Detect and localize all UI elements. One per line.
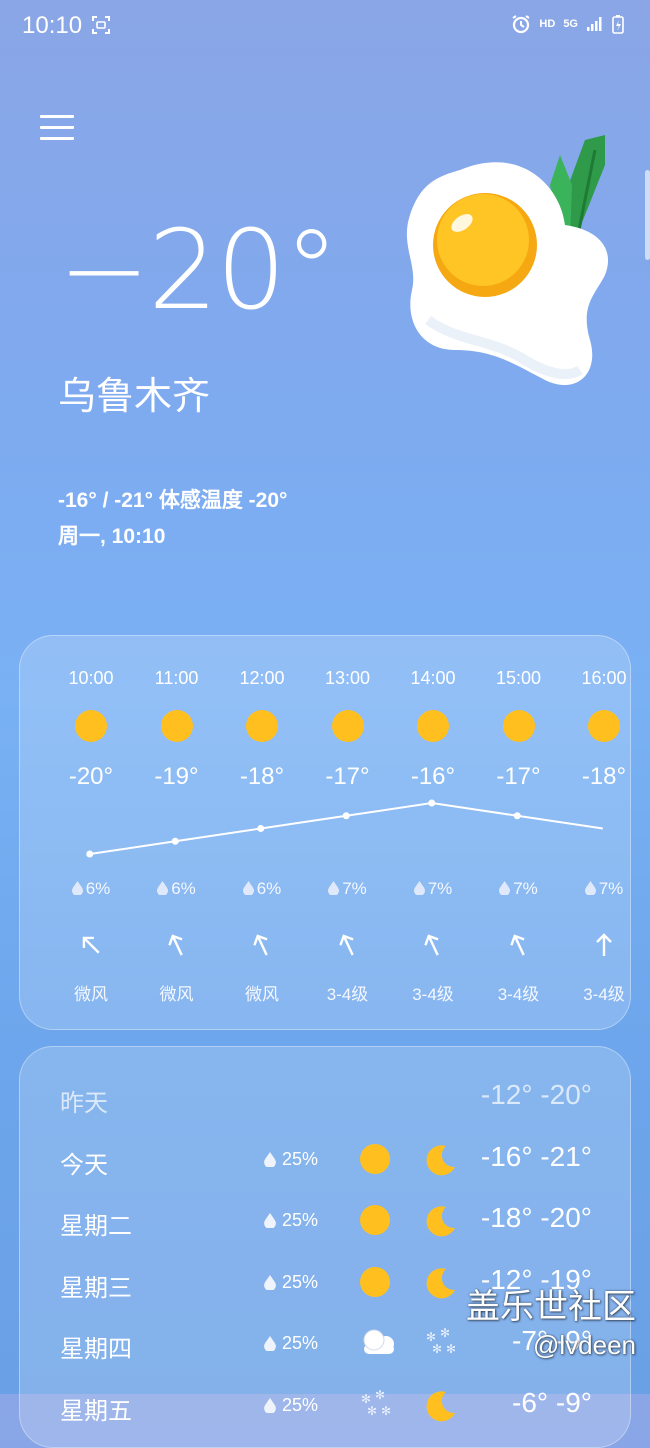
precipitation-value: 25% <box>282 1394 319 1415</box>
moon-icon <box>426 1267 455 1298</box>
day-and-time: 周一, 10:10 <box>58 525 166 548</box>
day-name: 星期二 <box>60 1213 132 1240</box>
daily-row[interactable]: 昨天 -12° -20° <box>20 1075 630 1125</box>
precipitation: 25% <box>264 1333 318 1354</box>
battery-charging-icon <box>612 15 624 34</box>
daily-row[interactable]: 星期五 25% ✻ ✻ ✻ ✻ -6° -9° <box>20 1383 630 1433</box>
raindrop-icon <box>264 1151 276 1168</box>
temperature-range: -12° -20° <box>480 1079 592 1110</box>
temperature-point <box>86 850 94 858</box>
temperature-point <box>171 837 179 845</box>
temperature-line <box>89 801 603 855</box>
svg-text:✻: ✻ <box>440 1327 450 1340</box>
temperature-range: -6° -9° <box>512 1386 592 1418</box>
hourly-temperature-curve <box>86 799 603 858</box>
precipitation-value: 25% <box>282 1333 319 1353</box>
sun-icon <box>360 1205 390 1235</box>
alarm-icon <box>512 15 530 34</box>
temperature-point <box>342 812 350 820</box>
temperature-summary: -16° / -21° 体感温度 -20° <box>58 489 288 512</box>
scroll-indicator <box>645 170 650 260</box>
watermark-title: 盖乐世社区 <box>466 1288 636 1326</box>
precipitation: 25% <box>264 1149 318 1170</box>
sun-icon <box>360 1266 390 1297</box>
raindrop-icon <box>264 1213 276 1230</box>
community-watermark: 盖乐世社区 @lvdeen <box>466 1286 636 1361</box>
daily-row[interactable]: 星期二 25% -18° -20° <box>20 1198 630 1248</box>
fried-egg-sunny-illustration <box>406 135 609 386</box>
hd-label: HD <box>539 18 556 30</box>
precipitation-value: 25% <box>282 1271 319 1292</box>
svg-text:✻: ✻ <box>432 1342 442 1356</box>
hourly-forecast-card[interactable]: 10:00 -20° 6% 微风 11:00 -19° 6% 微风 12:00 -18° 6% 微风 1… <box>19 635 631 1030</box>
precipitation: 25% <box>264 1395 318 1416</box>
cloud-icon <box>363 1329 394 1354</box>
watermark-handle: @lvdeen <box>532 1329 636 1360</box>
precipitation-value: 25% <box>282 1210 319 1230</box>
network-label: 5G <box>563 18 578 30</box>
status-time: 10:10 <box>22 12 83 39</box>
current-temperature: −20° <box>58 206 339 334</box>
svg-text:✻: ✻ <box>446 1342 456 1356</box>
snow-icon: ✻ ✻✻ ✻ <box>426 1326 456 1356</box>
raindrop-icon <box>264 1397 276 1414</box>
svg-text:✻: ✻ <box>367 1404 377 1418</box>
snow-icon: ✻ ✻✻ ✻ <box>361 1388 391 1418</box>
precipitation-value: 25% <box>282 1148 319 1169</box>
day-name: 星期四 <box>60 1336 132 1363</box>
precipitation: 25% <box>264 1272 318 1293</box>
temperature-point <box>257 825 265 832</box>
hamburger-menu-icon[interactable] <box>40 115 74 147</box>
raindrop-icon <box>264 1274 276 1291</box>
moon-icon <box>426 1144 455 1175</box>
temperature-range: -16° -21° <box>480 1140 592 1172</box>
svg-text:✻: ✻ <box>375 1389 385 1402</box>
moon-icon <box>426 1206 455 1237</box>
raindrop-icon <box>264 1336 276 1353</box>
city-name: 乌鲁木齐 <box>58 376 211 418</box>
screenshot-icon <box>92 16 110 34</box>
day-name: 昨天 <box>60 1090 108 1117</box>
day-name: 星期五 <box>60 1397 132 1425</box>
signal-icon <box>587 17 602 31</box>
precipitation: 25% <box>264 1210 318 1231</box>
temperature-point <box>513 812 521 820</box>
sun-icon <box>360 1143 390 1174</box>
daily-forecast-card[interactable]: 昨天 -12° -20° 今天 25% -16° -21° 星期二 25% -18° -20°… <box>19 1046 631 1448</box>
daily-row[interactable]: 今天 25% -16° -21° <box>20 1137 630 1187</box>
status-icons: HD 5G <box>511 14 624 34</box>
temperature-range: -18° -20° <box>480 1202 592 1233</box>
day-name: 今天 <box>60 1151 108 1179</box>
svg-text:✻: ✻ <box>381 1404 391 1418</box>
temperature-point <box>428 799 436 807</box>
day-name: 星期三 <box>60 1274 132 1302</box>
